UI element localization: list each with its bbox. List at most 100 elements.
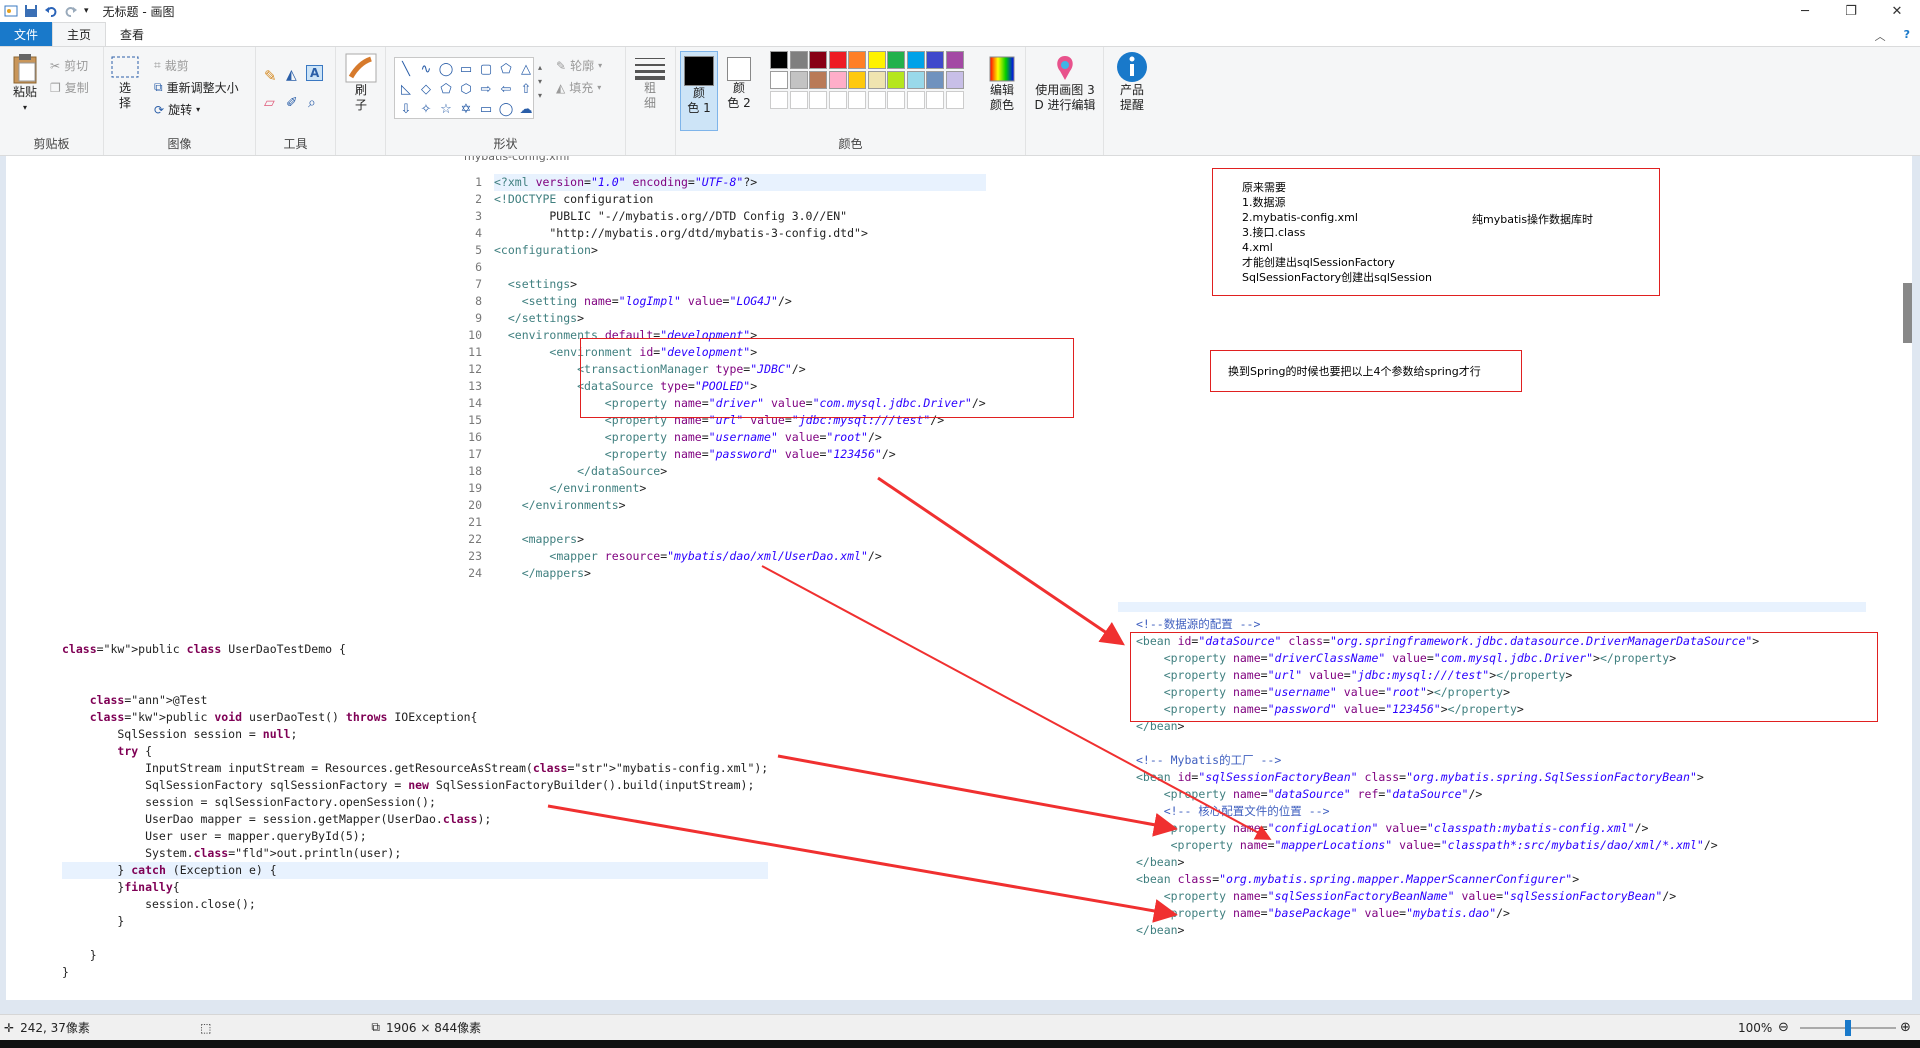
close-button[interactable]: ✕ (1874, 0, 1920, 22)
pencil-icon[interactable]: ✎ (264, 67, 277, 85)
color1-button[interactable]: 颜 色 1 (680, 51, 718, 131)
pentagon-shape-icon[interactable]: ⬠ (437, 80, 455, 98)
palette-swatch[interactable] (945, 71, 964, 89)
line-shape-icon[interactable]: ╲ (397, 60, 415, 78)
cut-button[interactable]: ✂ 剪切 (50, 57, 88, 74)
maximize-button[interactable]: ❐ (1828, 0, 1874, 22)
drawing-canvas[interactable]: mybatis-config.xml 1 2 3 4 5 6 7 8 9 10 11 12 13 14 15… (6, 156, 1912, 1000)
shapes-scroll-icon[interactable]: ▴ ▾ ▾ (538, 61, 542, 103)
paste-button[interactable]: 粘贴 ▾ (8, 53, 42, 115)
rotate-button[interactable]: ⟳ 旋转 ▾ (154, 101, 200, 118)
four-point-star-shape-icon[interactable]: ✧ (417, 100, 435, 118)
paint3d-button[interactable]: 使用画图 3 D 进行编辑 (1028, 53, 1102, 113)
resize-button[interactable]: ⧉ 重新调整大小 (154, 79, 239, 96)
tab-home[interactable]: 主页 (52, 22, 107, 46)
text-icon[interactable]: A (306, 65, 324, 81)
palette-swatch[interactable] (887, 51, 905, 69)
callout-rect-shape-icon[interactable]: ▭ (477, 100, 495, 118)
rounded-rectangle-shape-icon[interactable]: ▢ (477, 60, 495, 78)
palette-swatch[interactable] (945, 51, 964, 69)
line-number: 6 (475, 260, 482, 274)
tab-view[interactable]: 查看 (106, 22, 158, 46)
five-point-star-shape-icon[interactable]: ☆ (437, 100, 455, 118)
shapes-gallery[interactable]: ╲ ∿ ◯ ▭ ▢ ⬠ △ ◺ ◇ ⬠ ⬡ ⇨ ⇦ ⇧ ⇩ ✧ ☆ ✡ ▭ ◯ … (394, 57, 534, 119)
callout-oval-shape-icon[interactable]: ◯ (497, 100, 515, 118)
palette-swatch[interactable] (906, 51, 925, 69)
palette-swatch-empty[interactable] (828, 91, 847, 109)
zoom-slider[interactable] (1800, 1020, 1896, 1036)
color-picker-icon[interactable]: ✐ (286, 95, 298, 111)
palette-swatch[interactable] (789, 71, 808, 89)
up-arrow-shape-icon[interactable]: ⇧ (517, 80, 535, 98)
palette-swatch[interactable] (848, 51, 866, 69)
palette-swatch[interactable] (887, 71, 905, 89)
palette-swatch-empty[interactable] (887, 91, 905, 109)
magnifier-icon[interactable]: ⌕ (308, 95, 316, 111)
palette-swatch-empty[interactable] (945, 91, 964, 109)
save-icon[interactable] (24, 4, 38, 18)
palette-swatch[interactable] (770, 51, 788, 69)
palette-swatch-empty[interactable] (809, 91, 827, 109)
callout-cloud-shape-icon[interactable]: ☁ (517, 100, 535, 118)
customize-quick-access-icon[interactable]: ▾ (84, 6, 89, 16)
palette-swatch[interactable] (926, 51, 944, 69)
zoom-in-button[interactable]: ⊕ (1900, 1020, 1911, 1035)
right-triangle-shape-icon[interactable]: ◺ (397, 80, 415, 98)
palette-swatch[interactable] (867, 51, 886, 69)
help-icon[interactable]: ? (1904, 28, 1910, 44)
zoom-slider-thumb[interactable] (1845, 1020, 1851, 1036)
crop-button[interactable]: ⌗ 裁剪 (154, 57, 189, 74)
palette-swatch-empty[interactable] (770, 91, 788, 109)
redo-icon[interactable] (64, 4, 78, 18)
left-arrow-shape-icon[interactable]: ⇦ (497, 80, 515, 98)
palette-swatch[interactable] (867, 71, 886, 89)
xml-line: </environments> (521, 498, 626, 512)
palette-swatch[interactable] (770, 71, 788, 89)
right-arrow-shape-icon[interactable]: ⇨ (477, 80, 495, 98)
outline-icon: ✎ (556, 58, 567, 73)
select-button[interactable]: 选 择 (110, 55, 140, 111)
palette-swatch-empty[interactable] (926, 91, 944, 109)
outline-button[interactable]: ✎ 轮廓 ▾ (556, 57, 602, 74)
palette-swatch-empty[interactable] (848, 91, 866, 109)
color2-button[interactable]: 颜 色 2 (722, 55, 756, 111)
copy-button[interactable]: ❐ 复制 (50, 79, 89, 96)
palette-swatch[interactable] (828, 71, 847, 89)
curve-shape-icon[interactable]: ∿ (417, 60, 435, 78)
canvas-resize-handle[interactable] (1903, 283, 1912, 343)
rectangle-shape-icon[interactable]: ▭ (457, 60, 475, 78)
palette-swatch-empty[interactable] (906, 91, 925, 109)
palette-swatch[interactable] (789, 51, 808, 69)
polygon-shape-icon[interactable]: ⬠ (497, 60, 515, 78)
palette-swatch-empty[interactable] (867, 91, 886, 109)
eraser-icon[interactable]: ▱ (264, 95, 275, 111)
palette-swatch[interactable] (809, 51, 827, 69)
fill-bucket-icon[interactable]: ◭ (286, 67, 297, 83)
fill-button[interactable]: ◭ 填充 ▾ (556, 79, 601, 96)
palette-swatch[interactable] (848, 71, 866, 89)
paste-dropdown-icon[interactable]: ▾ (23, 100, 27, 115)
diamond-shape-icon[interactable]: ◇ (417, 80, 435, 98)
down-arrow-shape-icon[interactable]: ⇩ (397, 100, 415, 118)
palette-swatch[interactable] (809, 71, 827, 89)
undo-icon[interactable] (44, 4, 58, 18)
product-alert-button[interactable]: 产品 提醒 (1108, 51, 1156, 113)
edit-colors-button[interactable]: 编辑 颜色 (984, 55, 1020, 113)
six-point-star-shape-icon[interactable]: ✡ (457, 100, 475, 118)
xml-line: <!DOCTYPE configuration (494, 192, 654, 206)
minimize-button[interactable]: ─ (1782, 0, 1828, 22)
collapse-ribbon-icon[interactable]: ︿ (1875, 28, 1886, 44)
hexagon-shape-icon[interactable]: ⬡ (457, 80, 475, 98)
palette-swatch[interactable] (926, 71, 944, 89)
zoom-out-button[interactable]: ⊖ (1778, 1020, 1789, 1035)
palette-swatch[interactable] (906, 71, 925, 89)
brushes-button[interactable]: 刷 子 (344, 53, 378, 113)
triangle-shape-icon[interactable]: △ (517, 60, 535, 78)
size-button[interactable]: 粗 细 (632, 55, 668, 111)
palette-swatch[interactable] (828, 51, 847, 69)
oval-shape-icon[interactable]: ◯ (437, 60, 455, 78)
palette-swatch-empty[interactable] (789, 91, 808, 109)
group-paint3d: 使用画图 3 D 进行编辑 (1026, 47, 1104, 155)
paste-icon (13, 54, 37, 84)
tab-file[interactable]: 文件 (0, 22, 53, 46)
